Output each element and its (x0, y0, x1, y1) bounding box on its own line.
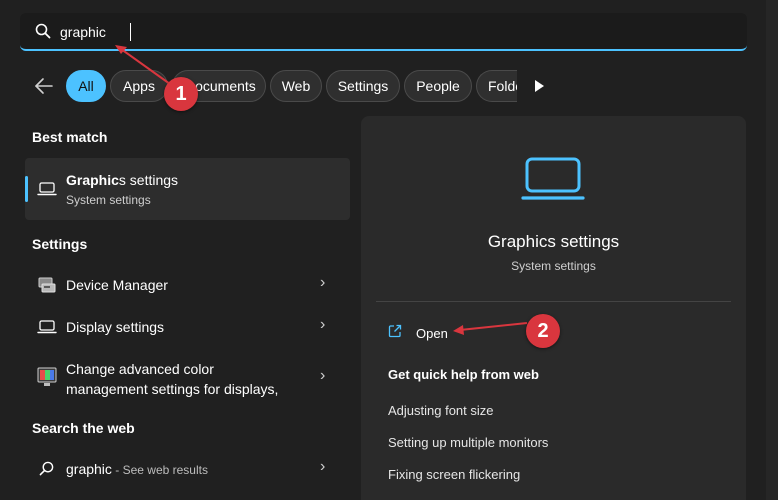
annotation-arrows (115, 45, 528, 335)
arrow-2-line (459, 322, 528, 331)
callout-badge-2: 2 (526, 314, 560, 348)
callout-badge-1: 1 (164, 77, 198, 111)
arrow-1-line (120, 48, 171, 85)
arrow-2-head (453, 325, 464, 335)
